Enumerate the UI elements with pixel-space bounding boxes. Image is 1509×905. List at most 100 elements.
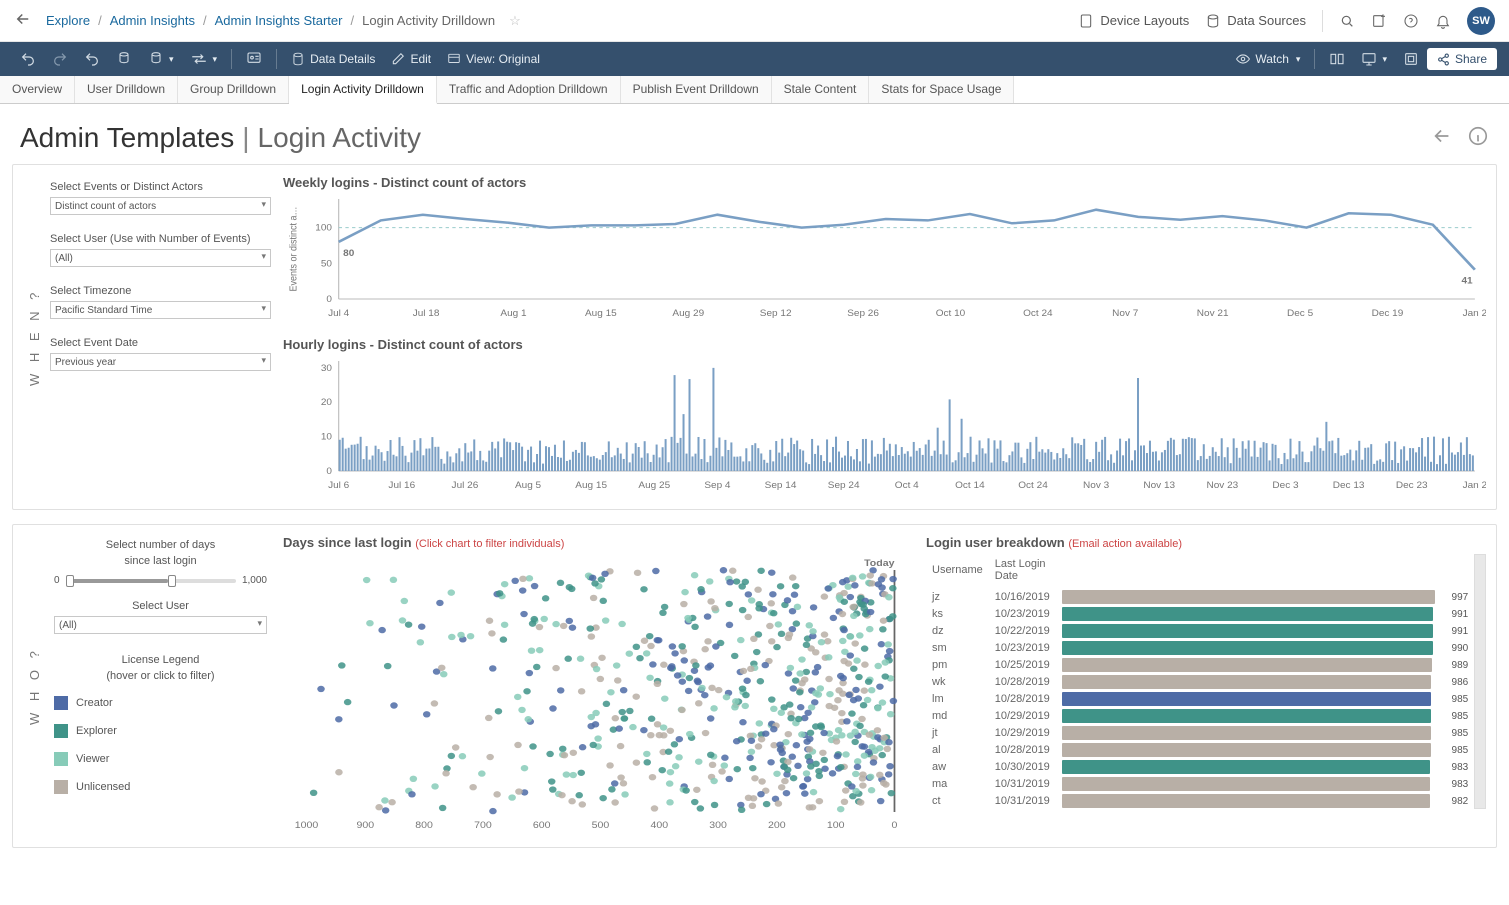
cell-username: pm <box>926 656 989 673</box>
cell-username: aw <box>926 758 989 775</box>
data-guide-button[interactable] <box>238 47 270 71</box>
refresh-data-button[interactable]: ▾ <box>140 47 182 71</box>
help-icon[interactable] <box>1403 13 1419 29</box>
breadcrumb-starter[interactable]: Admin Insights Starter <box>215 13 343 28</box>
notifications-icon[interactable] <box>1435 13 1451 29</box>
cell-date: 10/23/2019 <box>989 639 1056 656</box>
view-button[interactable]: View: Original <box>439 48 548 70</box>
svg-text:Oct 14: Oct 14 <box>955 480 985 490</box>
slider-max: 1,000 <box>242 575 267 586</box>
svg-text:0: 0 <box>326 466 332 476</box>
svg-text:Jul 4: Jul 4 <box>328 308 350 318</box>
tab-user-drilldown[interactable]: User Drilldown <box>75 76 178 103</box>
share-button[interactable]: Share <box>1427 48 1497 70</box>
back-arrow-icon[interactable] <box>14 10 32 31</box>
table-row[interactable]: sm 10/23/2019 990 <box>926 639 1474 656</box>
legend-explorer[interactable]: Explorer <box>54 724 267 738</box>
slider-min: 0 <box>54 575 60 586</box>
redo-button[interactable] <box>44 47 76 71</box>
table-row[interactable]: pm 10/25/2019 989 <box>926 656 1474 673</box>
data-details-label: Data Details <box>310 52 375 66</box>
table-row[interactable]: ct 10/31/2019 982 <box>926 792 1474 809</box>
replay-button[interactable] <box>76 47 108 71</box>
info-icon[interactable] <box>1467 122 1489 154</box>
tab-stale-content[interactable]: Stale Content <box>772 76 870 103</box>
svg-text:200: 200 <box>768 821 786 831</box>
undo-button[interactable] <box>12 47 44 71</box>
data-details-button[interactable]: Data Details <box>283 48 383 70</box>
cell-date: 10/31/2019 <box>989 775 1056 792</box>
days-slider[interactable]: 0 1,000 <box>54 575 267 586</box>
scatter-title: Days since last login (Click chart to fi… <box>283 535 918 550</box>
pause-data-button[interactable] <box>108 47 140 71</box>
table-row[interactable]: al 10/28/2019 985 <box>926 741 1474 758</box>
who-user-dropdown[interactable]: (All) <box>54 616 267 634</box>
tab-stats-for-space-usage[interactable]: Stats for Space Usage <box>869 76 1014 103</box>
tab-publish-event-drilldown[interactable]: Publish Event Drilldown <box>621 76 772 103</box>
cell-bar <box>1056 622 1443 639</box>
table-row[interactable]: lm 10/28/2019 985 <box>926 690 1474 707</box>
table-row[interactable]: md 10/29/2019 985 <box>926 707 1474 724</box>
svg-text:Oct 10: Oct 10 <box>936 308 965 318</box>
table-row[interactable]: ks 10/23/2019 991 <box>926 605 1474 622</box>
col-lastlogin[interactable]: Last Login Date <box>989 554 1056 588</box>
user-avatar[interactable]: SW <box>1467 7 1495 35</box>
table-title: Login user breakdown (Email action avail… <box>926 535 1486 550</box>
new-icon[interactable] <box>1371 13 1387 29</box>
presentation-button[interactable]: ▾ <box>1353 47 1395 71</box>
select-date-dropdown[interactable]: Previous year <box>50 353 271 371</box>
svg-text:Jul 6: Jul 6 <box>328 480 349 490</box>
legend-swatch <box>54 752 68 766</box>
edit-button[interactable]: Edit <box>383 48 439 70</box>
legend-title: License Legend <box>54 654 267 666</box>
legend-viewer[interactable]: Viewer <box>54 752 267 766</box>
scatter-chart[interactable]: Days since last login (Click chart to fi… <box>283 535 918 837</box>
breadcrumb-admin-insights[interactable]: Admin Insights <box>110 13 195 28</box>
col-val <box>1443 554 1475 588</box>
hourly-chart-title: Hourly logins - Distinct count of actors <box>283 337 1486 352</box>
favorite-star-icon[interactable]: ☆ <box>509 13 521 29</box>
breadcrumb-explore[interactable]: Explore <box>46 13 90 28</box>
table-row[interactable]: ma 10/31/2019 983 <box>926 775 1474 792</box>
table-row[interactable]: dz 10/22/2019 991 <box>926 622 1474 639</box>
cell-bar <box>1056 758 1443 775</box>
svg-text:Aug 5: Aug 5 <box>515 480 541 490</box>
legend-unlicensed[interactable]: Unlicensed <box>54 780 267 794</box>
cell-value: 983 <box>1443 758 1475 775</box>
svg-text:Aug 25: Aug 25 <box>638 480 670 490</box>
cell-username: ct <box>926 792 989 809</box>
nav-back-icon[interactable] <box>1431 122 1453 154</box>
data-sources-button[interactable]: Data Sources <box>1205 13 1306 29</box>
search-icon[interactable] <box>1339 13 1355 29</box>
table-row[interactable]: jz 10/16/2019 997 <box>926 588 1474 605</box>
select-user-dropdown[interactable]: (All) <box>50 249 271 267</box>
title-sub: Login Activity <box>258 122 421 154</box>
select-events-dropdown[interactable]: Distinct count of actors <box>50 197 271 215</box>
top-bar: Explore / Admin Insights / Admin Insight… <box>0 0 1509 42</box>
tab-overview[interactable]: Overview <box>0 76 75 103</box>
watch-button[interactable]: Watch▾ <box>1228 48 1308 70</box>
tab-traffic-and-adoption-drilldown[interactable]: Traffic and Adoption Drilldown <box>437 76 621 103</box>
swap-button[interactable]: ▾ <box>182 48 226 70</box>
toolbar-separator <box>276 49 277 69</box>
tab-group-drilldown[interactable]: Group Drilldown <box>178 76 289 103</box>
cell-username: jt <box>926 724 989 741</box>
hourly-chart[interactable]: Hourly logins - Distinct count of actors… <box>283 337 1486 499</box>
table-row[interactable]: aw 10/30/2019 983 <box>926 758 1474 775</box>
scrollbar[interactable] <box>1474 554 1486 809</box>
svg-text:Dec 5: Dec 5 <box>1287 308 1313 318</box>
legend-swatch <box>54 696 68 710</box>
legend-label: Unlicensed <box>76 781 130 793</box>
top-actions: Device Layouts Data Sources SW <box>1078 7 1495 35</box>
device-layouts-button[interactable]: Device Layouts <box>1078 13 1189 29</box>
select-timezone-dropdown[interactable]: Pacific Standard Time <box>50 301 271 319</box>
metrics-button[interactable] <box>1321 47 1353 71</box>
weekly-chart[interactable]: Weekly logins - Distinct count of actors… <box>283 175 1486 327</box>
table-row[interactable]: wk 10/28/2019 986 <box>926 673 1474 690</box>
breadcrumb-sep: / <box>350 13 354 28</box>
table-row[interactable]: jt 10/29/2019 985 <box>926 724 1474 741</box>
tab-login-activity-drilldown[interactable]: Login Activity Drilldown <box>289 76 437 104</box>
legend-creator[interactable]: Creator <box>54 696 267 710</box>
download-button[interactable] <box>1395 47 1427 71</box>
col-username[interactable]: Username <box>926 554 989 588</box>
